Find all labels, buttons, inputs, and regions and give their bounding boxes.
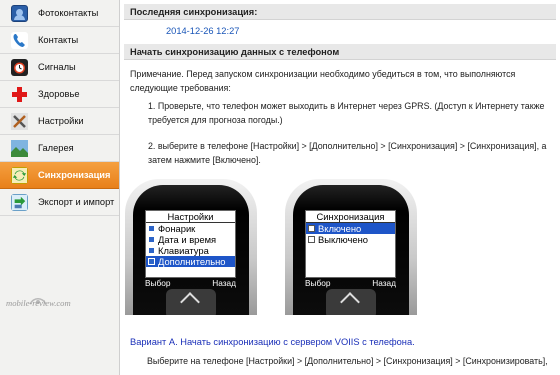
sidebar-item-contacts[interactable]: Контакты xyxy=(0,27,119,54)
phone-softkeys: Выбор Назад xyxy=(145,278,236,288)
phone-image-settings: Настройки Фонарик Дата и время Клавиатур… xyxy=(125,179,257,315)
red-cross-icon xyxy=(11,86,28,103)
sidebar-item-label: Галерея xyxy=(38,143,74,153)
phone-option-selected: ✔ Включено xyxy=(306,223,395,234)
alarm-clock-icon xyxy=(11,58,28,76)
phone-menu-item: Фонарик xyxy=(146,223,235,234)
gallery-icon xyxy=(11,139,28,157)
checkbox-checked-icon: ✔ xyxy=(308,225,315,232)
requirement-step-2: 2. выберите в телефоне [Настройки] > [До… xyxy=(148,141,547,165)
sidebar-item-gallery[interactable]: Галерея xyxy=(0,135,119,162)
phone-menu-item: Дата и время xyxy=(146,234,235,245)
phone-menu-item-selected: Дополнительно xyxy=(146,256,235,267)
sidebar-item-label: Сигналы xyxy=(38,62,76,72)
phone-nav-key xyxy=(326,289,376,315)
phone-handset-icon xyxy=(11,31,28,49)
sidebar-item-label: Контакты xyxy=(38,35,79,45)
softkey-right: Назад xyxy=(212,278,236,288)
sidebar-item-label: Здоровье xyxy=(38,89,80,99)
main-content: Последняя синхронизация: 2014-12-26 12:2… xyxy=(120,0,560,375)
sidebar-item-photo-contacts[interactable]: Фотоконтакты xyxy=(0,0,119,27)
sidebar-item-alarms[interactable]: Сигналы xyxy=(0,54,119,81)
variant-a-step: Выберите на телефоне [Настройки] > [Допо… xyxy=(147,356,548,366)
export-import-icon xyxy=(11,193,28,211)
phone-menu-item: Клавиатура xyxy=(146,245,235,256)
sync-icon xyxy=(11,166,28,184)
requirement-step-1: 1. Проверьте, что телефон может выходить… xyxy=(148,101,545,125)
sidebar-item-label: Экспорт и импорт xyxy=(38,197,115,207)
sidebar-item-label: Синхронизация xyxy=(38,170,111,180)
photo-contacts-icon xyxy=(11,4,28,22)
phone-screen-title: Настройки xyxy=(146,211,235,223)
last-sync-header: Последняя синхронизация: xyxy=(124,4,556,20)
sidebar-item-label: Фотоконтакты xyxy=(38,8,99,18)
phone-screen: Синхронизация ✔ Включено Выключено xyxy=(305,210,396,278)
menu-bullet-icon xyxy=(148,258,155,265)
last-sync-value: 2014-12-26 12:27 xyxy=(166,26,240,36)
phone-nav-key xyxy=(166,289,216,315)
sidebar: Фотоконтакты Контакты Сигналы Здоровье Н… xyxy=(0,0,120,375)
checkbox-empty-icon xyxy=(308,236,315,243)
softkey-left: Выбор xyxy=(145,278,171,288)
phone-screen: Настройки Фонарик Дата и время Клавиатур… xyxy=(145,210,236,278)
phone-screen-title: Синхронизация xyxy=(306,211,395,223)
softkey-right: Назад xyxy=(372,278,396,288)
sidebar-nav: Фотоконтакты Контакты Сигналы Здоровье Н… xyxy=(0,0,119,216)
watermark: mobile-review.com xyxy=(6,298,71,308)
sidebar-item-settings[interactable]: Настройки xyxy=(0,108,119,135)
phone-softkeys: Выбор Назад xyxy=(305,278,396,288)
phone-image-sync: Синхронизация ✔ Включено Выключено Выбор … xyxy=(285,179,417,315)
start-sync-header: Начать синхронизацию данных с телефоном xyxy=(124,44,556,60)
phone-option: Выключено xyxy=(306,234,395,245)
menu-bullet-icon xyxy=(148,247,155,254)
sidebar-item-sync[interactable]: Синхронизация xyxy=(0,162,119,189)
menu-bullet-icon xyxy=(148,236,155,243)
menu-bullet-icon xyxy=(148,225,155,232)
requirements-note: Примечание. Перед запуском синхронизации… xyxy=(130,69,516,93)
softkey-left: Выбор xyxy=(305,278,331,288)
sidebar-item-export-import[interactable]: Экспорт и импорт xyxy=(0,189,119,216)
variant-a-link[interactable]: Вариант А. Начать синхронизацию с сервер… xyxy=(130,337,415,347)
sidebar-item-health[interactable]: Здоровье xyxy=(0,81,119,108)
tools-icon xyxy=(11,112,28,130)
sidebar-item-label: Настройки xyxy=(38,116,84,126)
